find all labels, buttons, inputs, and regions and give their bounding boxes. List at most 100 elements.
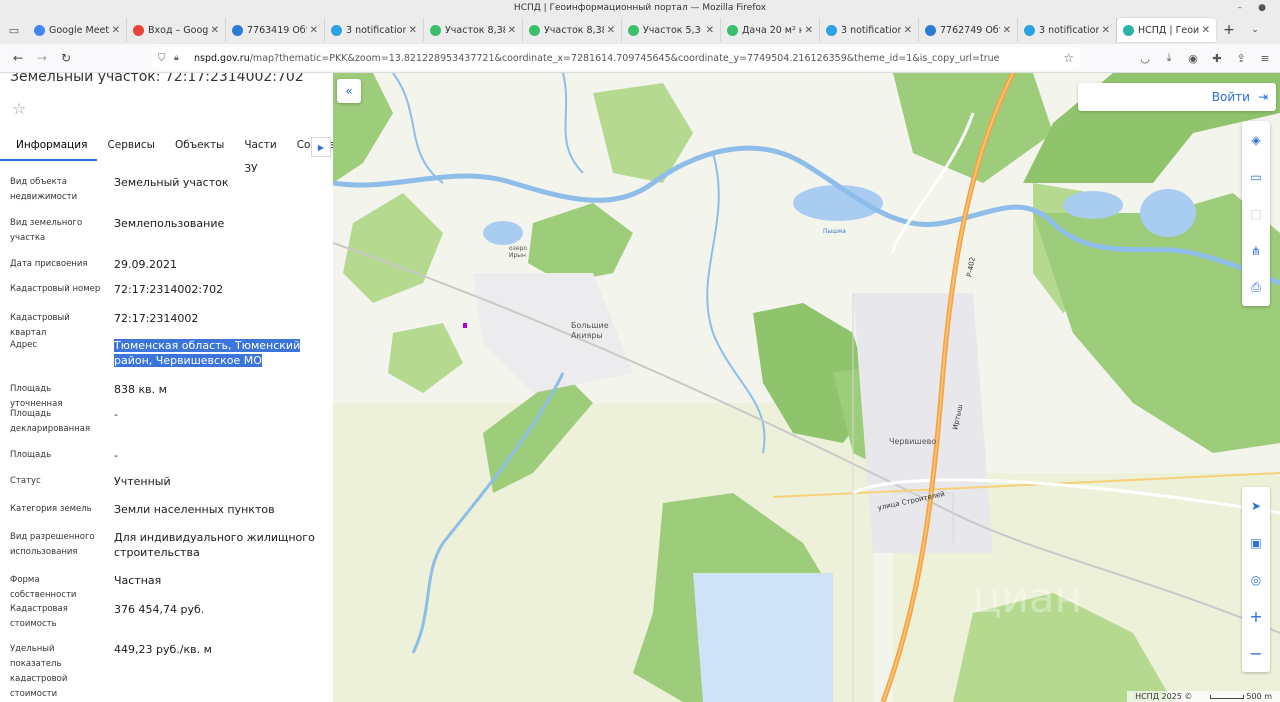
select-area-icon[interactable]: ⬚ [1242, 195, 1270, 232]
browser-tab[interactable]: Google Meet: n✕ [28, 18, 127, 42]
close-tab-icon[interactable]: ✕ [1102, 25, 1110, 36]
attribute-value: - [114, 408, 118, 421]
selected-address-text: Тюменская область, Тюменский район, Черв… [114, 339, 301, 367]
attribute-label: Вид объекта недвижимости [10, 177, 78, 202]
map-footer: НСПД 2025 © 500 m [1127, 691, 1280, 702]
browser-tab[interactable]: Дача 20 м² на у✕ [721, 18, 820, 42]
account-icon[interactable]: ◉ [1184, 48, 1202, 68]
cian-icon [727, 24, 738, 36]
attribute-label: Кадастровая стоимость [10, 604, 68, 629]
tab-label: Дача 20 м² на у [742, 24, 802, 36]
pocket-icon[interactable]: ◡ [1136, 48, 1154, 68]
browser-tab[interactable]: 3 notifications✕ [325, 18, 424, 42]
browser-tab[interactable]: 3 notifications✕ [820, 18, 919, 42]
extensions-icon[interactable]: ✚ [1208, 48, 1226, 68]
telegram-icon [1024, 24, 1035, 36]
tab-overflow-icon[interactable]: ⌄ [1242, 16, 1268, 44]
new-tab-button[interactable]: + [1216, 16, 1242, 44]
ruler-icon[interactable]: ▭ [1242, 158, 1270, 195]
attribute-label: Категория земель [10, 504, 92, 514]
zoom-out-button[interactable]: − [1242, 635, 1270, 672]
tab-label: Участок 8,38 га [544, 24, 604, 36]
layers-icon[interactable]: ◈ [1242, 121, 1270, 158]
tab-label: 3 notifications [841, 24, 901, 36]
browser-tab[interactable]: НСПД | Геоинф✕ [1117, 18, 1216, 42]
browser-tab[interactable]: Вход – Google✕ [127, 18, 226, 42]
close-tab-icon[interactable]: ✕ [409, 25, 417, 36]
tab-list-icon[interactable]: ▭ [0, 16, 28, 44]
login-icon: ⇥ [1257, 90, 1268, 104]
close-tab-icon[interactable]: ✕ [112, 25, 120, 36]
forward-button[interactable]: → [30, 46, 54, 70]
cian-icon [529, 24, 540, 36]
panel-tab[interactable]: Информация [0, 133, 98, 161]
cian-icon [628, 24, 639, 36]
tab-label: НСПД | Геоинф [1138, 24, 1199, 36]
attribute-label: Адрес [10, 340, 37, 350]
menu-icon[interactable]: ≡ [1256, 48, 1274, 68]
close-tab-icon[interactable]: ✕ [508, 25, 516, 36]
close-tab-icon[interactable]: ✕ [607, 25, 615, 36]
collapse-panel-button[interactable]: « [337, 79, 361, 103]
browser-tab[interactable]: Участок 8,38 га✕ [424, 18, 523, 42]
attribute-value: 376 454,74 руб. [114, 603, 205, 616]
attribute-label: Вид земельного участка [10, 218, 83, 243]
panel-tab[interactable]: Части ЗУ [234, 133, 286, 175]
close-tab-icon[interactable]: ✕ [1202, 25, 1210, 36]
attribute-label: Площадь декларированная [10, 409, 91, 434]
minimap-icon[interactable]: ▣ [1242, 524, 1270, 561]
share-icon[interactable]: ⇪ [1232, 48, 1250, 68]
favorite-star-icon[interactable]: ☆ [12, 99, 36, 123]
lock-icon: 🔒︎ [174, 53, 179, 63]
bookmark-star-icon[interactable]: ☆ [1063, 51, 1074, 65]
close-tab-icon[interactable]: ✕ [1003, 25, 1011, 36]
panel-tab[interactable]: Сервисы [97, 133, 165, 161]
download-icon[interactable]: ⤓ [1160, 48, 1178, 68]
close-tab-icon[interactable]: ✕ [310, 25, 318, 36]
page-title: Земельный участок: 72:17:2314002:702 [10, 73, 304, 85]
map-view[interactable]: Большие Акияры озеро Ирын Червишево улиц… [333, 73, 1280, 702]
browser-tab[interactable]: Участок 8,38 га✕ [523, 18, 622, 42]
login-button[interactable]: Войти ⇥ [1078, 83, 1276, 111]
url-bar[interactable]: ⛉ 🔒︎ nspd.gov.ru/map?thematic=PKK&zoom=1… [152, 47, 1080, 69]
attribute-value: 72:17:2314002 [114, 312, 199, 325]
copyright-text: НСПД 2025 © [1135, 692, 1193, 701]
locate-icon[interactable]: ➤ [1242, 487, 1270, 524]
zoom-in-button[interactable]: + [1242, 598, 1270, 635]
close-window-icon[interactable]: ● [1258, 0, 1266, 16]
geolocation-icon[interactable]: ◎ [1242, 561, 1270, 598]
cian-icon [430, 24, 441, 36]
minimize-icon[interactable]: – [1238, 0, 1243, 16]
print-icon[interactable]: ⎙ [1242, 269, 1270, 306]
scale-bar-icon [1210, 694, 1245, 699]
tab-label: Участок 5,3 сот [643, 24, 703, 36]
attribute-value: Для индивидуального жилищного строительс… [114, 531, 315, 559]
window-controls: – ● [1238, 0, 1266, 16]
close-tab-icon[interactable]: ✕ [805, 25, 813, 36]
browser-tab[interactable]: 3 notifications✕ [1018, 18, 1117, 42]
attribute-label: Дата присвоения [10, 259, 88, 269]
window-titlebar: НСПД | Геоинформационный портал — Mozill… [0, 0, 1280, 16]
back-button[interactable]: ← [6, 46, 30, 70]
map-tools-bottom: ➤ ▣ ◎ + − [1242, 487, 1270, 672]
browser-tab[interactable]: Участок 5,3 сот✕ [622, 18, 721, 42]
attribute-label: Форма собственности [10, 575, 77, 600]
panel-tab[interactable]: Объекты [165, 133, 234, 161]
close-tab-icon[interactable]: ✕ [904, 25, 912, 36]
nspd-icon [1123, 24, 1134, 36]
close-tab-icon[interactable]: ✕ [211, 25, 219, 36]
telegram-icon [331, 24, 342, 36]
attribute-value: 29.09.2021 [114, 258, 177, 271]
browser-tab[interactable]: 7762749 Объе✕ [919, 18, 1018, 42]
tabs-next-icon[interactable]: ▶ [311, 137, 331, 157]
close-tab-icon[interactable]: ✕ [706, 25, 714, 36]
attribute-value: Землепользование [114, 217, 225, 230]
share-icon[interactable]: ⋔ [1242, 232, 1270, 269]
reload-button[interactable]: ↻ [54, 46, 78, 70]
tab-label: Google Meet: n [49, 24, 109, 36]
attribute-value: 838 кв. м [114, 383, 167, 396]
attribute-value: Учтенный [114, 475, 171, 488]
browser-tab[interactable]: 7763419 Объе✕ [226, 18, 325, 42]
attribute-label: Площадь [10, 450, 52, 460]
map-canvas[interactable] [333, 73, 1280, 702]
